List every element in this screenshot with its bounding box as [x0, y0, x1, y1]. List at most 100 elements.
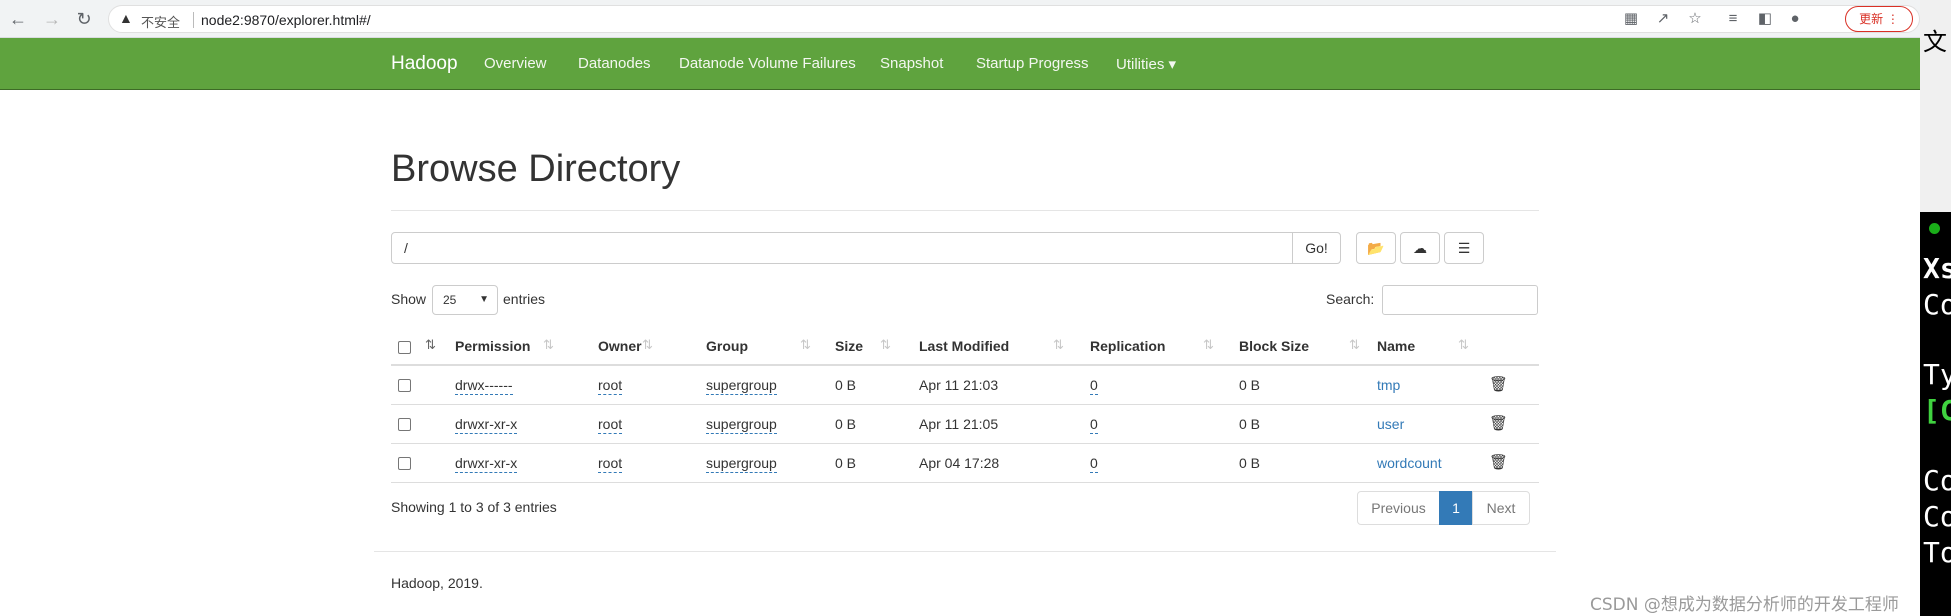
terminal-line: Co [1923, 500, 1951, 533]
side-window: 文 Xs Co Ty [C Co Co To [1920, 0, 1951, 616]
warning-icon: ▲ [119, 10, 133, 26]
table-row: drwxr-xr-x root supergroup 0 B Apr 11 21… [391, 405, 1539, 444]
terminal-line: Xs [1923, 252, 1951, 285]
size-cell: 0 B [835, 377, 857, 393]
name-link[interactable]: tmp [1377, 377, 1400, 393]
side-window-text: 文 [1923, 28, 1947, 56]
size-cell: 0 B [835, 416, 857, 432]
directory-path-input[interactable] [391, 232, 1293, 264]
previous-button[interactable]: Previous [1357, 491, 1440, 525]
terminal-line: Co [1923, 464, 1951, 497]
permission-cell[interactable]: drwxr-xr-x [455, 416, 518, 434]
list-icon: ☰ [1457, 240, 1471, 256]
sort-icon[interactable]: ⇅ [1349, 337, 1360, 353]
nav-datanodes[interactable]: Datanodes [578, 55, 651, 72]
nav-utilities-dropdown[interactable]: Utilities ▾ [1116, 55, 1176, 73]
block-size-cell: 0 B [1239, 377, 1261, 393]
nav-volume-failures[interactable]: Datanode Volume Failures [679, 55, 856, 72]
translate-icon[interactable]: ▦ [1620, 8, 1642, 30]
name-link[interactable]: user [1377, 416, 1404, 432]
show-label: Show [391, 291, 427, 307]
forward-icon[interactable]: → [40, 7, 64, 31]
table-row: drwxr-xr-x root supergroup 0 B Apr 04 17… [391, 444, 1539, 483]
sort-icon[interactable]: ⇅ [1458, 337, 1469, 353]
column-header-replication[interactable]: Replication [1090, 338, 1165, 354]
group-cell[interactable]: supergroup [706, 455, 777, 473]
nav-overview[interactable]: Overview [484, 55, 547, 72]
update-button[interactable]: 更新 ⋮ [1845, 6, 1913, 32]
share-icon[interactable]: ↗ [1652, 8, 1674, 30]
block-size-cell: 0 B [1239, 455, 1261, 471]
cut-paste-button[interactable]: ☰ [1444, 232, 1484, 264]
footer-text: Hadoop, 2019. [391, 575, 483, 591]
terminal-line: To [1923, 536, 1951, 569]
column-header-owner[interactable]: Owner [598, 338, 642, 354]
sort-icon[interactable]: ⇅ [642, 337, 653, 353]
name-link[interactable]: wordcount [1377, 455, 1442, 471]
sort-icon[interactable]: ⇅ [880, 337, 891, 353]
column-header-name[interactable]: Name [1377, 338, 1415, 354]
group-cell[interactable]: supergroup [706, 416, 777, 434]
table-row: drwx------ root supergroup 0 B Apr 11 21… [391, 366, 1539, 405]
owner-cell[interactable]: root [598, 377, 623, 395]
next-button[interactable]: Next [1472, 491, 1530, 525]
terminal-line: [C [1923, 394, 1951, 427]
go-button[interactable]: Go! [1292, 232, 1341, 264]
group-cell[interactable]: supergroup [706, 377, 777, 395]
page-title: Browse Directory [391, 148, 681, 190]
permission-cell[interactable]: drwx------ [455, 377, 513, 395]
trash-icon[interactable]: 🗑 [1489, 414, 1508, 432]
column-header-last-modified[interactable]: Last Modified [919, 338, 1009, 354]
column-header-permission[interactable]: Permission [455, 338, 530, 354]
owner-cell[interactable]: root [598, 416, 623, 434]
search-input[interactable] [1382, 285, 1538, 315]
cloud-upload-icon: ☁ [1413, 240, 1427, 256]
upload-button[interactable]: ☁ [1400, 232, 1440, 264]
status-dot-icon [1929, 223, 1940, 234]
address-bar[interactable]: ▲ 不安全 node2:9870/explorer.html#/ [108, 5, 1920, 33]
replication-cell[interactable]: 0 [1090, 455, 1098, 473]
column-header-block-size[interactable]: Block Size [1239, 338, 1309, 354]
replication-cell[interactable]: 0 [1090, 377, 1098, 395]
trash-icon[interactable]: 🗑 [1489, 453, 1508, 471]
create-directory-button[interactable]: 📂 [1356, 232, 1396, 264]
entries-select[interactable]: 25 ▼ [432, 285, 498, 315]
navbar-brand[interactable]: Hadoop [391, 53, 458, 75]
reload-icon[interactable]: ↻ [72, 7, 96, 31]
sort-icon[interactable]: ⇅ [1203, 337, 1214, 353]
url-text[interactable]: node2:9870/explorer.html#/ [201, 12, 371, 28]
sort-icon[interactable]: ⇅ [425, 337, 436, 353]
nav-startup-progress[interactable]: Startup Progress [976, 55, 1089, 72]
table-info: Showing 1 to 3 of 3 entries [391, 499, 557, 515]
profile-avatar-icon[interactable]: ● [1784, 8, 1806, 30]
modified-cell: Apr 11 21:03 [919, 377, 999, 393]
replication-cell[interactable]: 0 [1090, 416, 1098, 434]
nav-snapshot[interactable]: Snapshot [880, 55, 943, 72]
column-header-group[interactable]: Group [706, 338, 748, 354]
modified-cell: Apr 11 21:05 [919, 416, 999, 432]
entries-value: 25 [443, 293, 457, 307]
address-separator [193, 12, 194, 28]
back-icon[interactable]: ← [6, 7, 30, 31]
sort-icon[interactable]: ⇅ [1053, 337, 1064, 353]
row-checkbox[interactable] [398, 457, 411, 470]
entries-label: entries [503, 291, 546, 307]
sort-icon[interactable]: ⇅ [800, 337, 811, 353]
select-all-checkbox[interactable] [398, 341, 411, 354]
row-checkbox[interactable] [398, 379, 411, 392]
browser-toolbar: ← → ↻ ▲ 不安全 node2:9870/explorer.html#/ ▦… [0, 0, 1920, 38]
reading-list-icon[interactable]: ≡ [1722, 8, 1744, 30]
side-panel-icon[interactable]: ◧ [1754, 8, 1776, 30]
search-label: Search: [1326, 291, 1375, 307]
trash-icon[interactable]: 🗑 [1489, 375, 1508, 393]
terminal-line: Co [1923, 288, 1951, 321]
sort-icon[interactable]: ⇅ [543, 337, 554, 353]
row-checkbox[interactable] [398, 418, 411, 431]
column-header-size[interactable]: Size [835, 338, 863, 354]
modified-cell: Apr 04 17:28 [919, 455, 1000, 471]
owner-cell[interactable]: root [598, 455, 623, 473]
permission-cell[interactable]: drwxr-xr-x [455, 455, 518, 473]
bookmark-star-icon[interactable]: ☆ [1684, 8, 1706, 30]
page-1-button[interactable]: 1 [1439, 491, 1473, 525]
footer-divider [374, 551, 1556, 552]
